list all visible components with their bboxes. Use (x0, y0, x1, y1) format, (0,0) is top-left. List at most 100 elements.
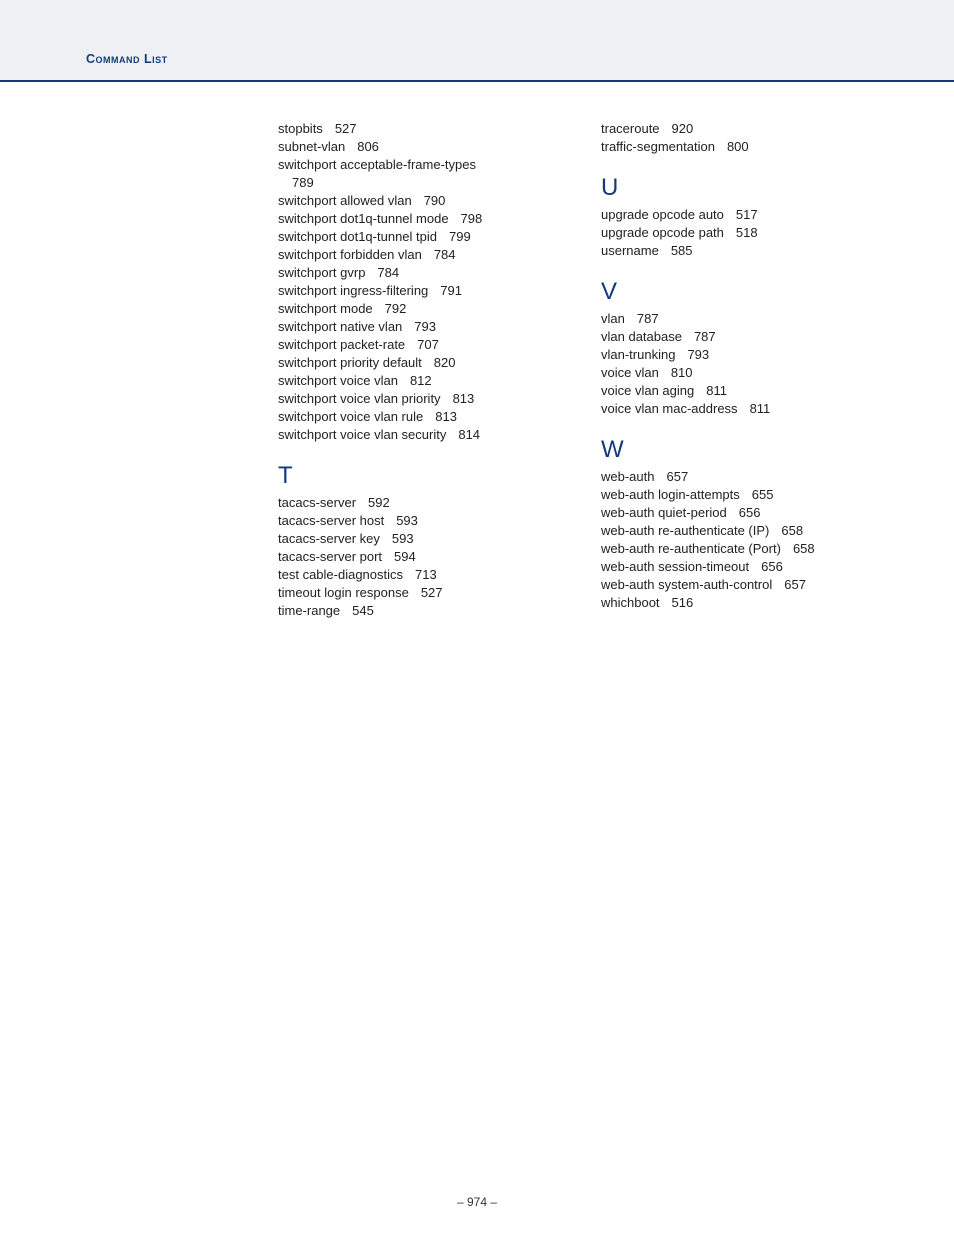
index-entry: test cable-diagnostics713 (278, 566, 561, 584)
command-name: whichboot (601, 595, 660, 610)
command-name: tacacs-server (278, 495, 356, 510)
index-entry: upgrade opcode auto517 (601, 206, 884, 224)
page-ref: 820 (434, 355, 456, 370)
page-ref: 920 (672, 121, 694, 136)
page-ref: 814 (458, 427, 480, 442)
page-ref: 593 (392, 531, 414, 546)
page-ref: 812 (410, 373, 432, 388)
index-entry: switchport native vlan793 (278, 318, 561, 336)
index-entry: switchport voice vlan 812 (278, 372, 561, 390)
command-name: upgrade opcode auto (601, 207, 724, 222)
page-ref: 657 (784, 577, 806, 592)
section-letter: V (601, 278, 884, 306)
index-entry: tacacs-server port594 (278, 548, 561, 566)
command-name: test cable-diagnostics (278, 567, 403, 582)
command-name: vlan-trunking (601, 347, 675, 362)
page-ref: 545 (352, 603, 374, 618)
index-entry: upgrade opcode path518 (601, 224, 884, 242)
index-entry: voice vlan810 (601, 364, 884, 382)
command-name: web-auth login-attempts (601, 487, 740, 502)
command-name: web-auth re-authenticate (IP) (601, 523, 769, 538)
index-entry: web-auth login-attempts 655 (601, 486, 884, 504)
index-entry: voice vlan mac-address811 (601, 400, 884, 418)
command-name: switchport native vlan (278, 319, 402, 334)
index-entry: subnet-vlan806 (278, 138, 561, 156)
command-name: vlan database (601, 329, 682, 344)
index-entry: vlan 787 (601, 310, 884, 328)
command-name: switchport forbidden vlan (278, 247, 422, 262)
index-content: stopbits 527 subnet-vlan806switchport acce… (278, 120, 884, 620)
page-ref: 787 (637, 311, 659, 326)
page-ref: 784 (377, 265, 399, 280)
command-name: tacacs-server host (278, 513, 384, 528)
page-ref: 656 (739, 505, 761, 520)
page-ref: 811 (706, 383, 727, 398)
command-name: web-auth session-timeout (601, 559, 749, 574)
index-entry: web-auth system-auth-control 657 (601, 576, 884, 594)
command-name: time-range (278, 603, 340, 618)
index-entry-page: 789 (278, 174, 561, 192)
command-name: switchport dot1q-tunnel tpid (278, 229, 437, 244)
command-name: voice vlan mac-address (601, 401, 738, 416)
command-name: web-auth system-auth-control (601, 577, 772, 592)
index-entry: switchport voice vlan security 814 (278, 426, 561, 444)
page-ref: 585 (671, 243, 693, 258)
index-entry: switchport dot1q-tunnel tpid799 (278, 228, 561, 246)
index-entry: web-auth re-authenticate (Port) 658 (601, 540, 884, 558)
index-entry: web-auth session-timeout656 (601, 558, 884, 576)
command-name: stopbits (278, 121, 323, 136)
section-letter: U (601, 174, 884, 202)
index-entry: switchport mode 792 (278, 300, 561, 318)
command-name: switchport mode (278, 301, 373, 316)
command-name: switchport voice vlan (278, 373, 398, 388)
command-name: timeout login response (278, 585, 409, 600)
page-ref: 792 (385, 301, 407, 316)
index-entry: voice vlan aging 811 (601, 382, 884, 400)
command-name: switchport gvrp (278, 265, 365, 280)
index-entry: switchport allowed vlan 790 (278, 192, 561, 210)
page-ref: 800 (727, 139, 749, 154)
command-name: switchport acceptable-frame-types (278, 157, 476, 172)
index-entry: whichboot516 (601, 594, 884, 612)
command-name: username (601, 243, 659, 258)
page-ref: 784 (434, 247, 456, 262)
page-ref: 810 (671, 365, 693, 380)
command-name: voice vlan aging (601, 383, 694, 398)
index-entry: traceroute920 (601, 120, 884, 138)
page-ref: 527 (421, 585, 443, 600)
command-name: traffic-segmentation (601, 139, 715, 154)
command-name: switchport packet-rate (278, 337, 405, 352)
page-ref: 658 (793, 541, 815, 556)
command-name: tacacs-server key (278, 531, 380, 546)
index-entry: username 585 (601, 242, 884, 260)
index-entry: traffic-segmentation 800 (601, 138, 884, 156)
command-name: switchport voice vlan security (278, 427, 446, 442)
command-name: web-auth quiet-period (601, 505, 727, 520)
index-entry: switchport voice vlan rule813 (278, 408, 561, 426)
command-name: upgrade opcode path (601, 225, 724, 240)
command-name: switchport voice vlan priority (278, 391, 441, 406)
command-name: switchport allowed vlan (278, 193, 412, 208)
command-name: switchport priority default (278, 355, 422, 370)
index-entry: tacacs-server key 593 (278, 530, 561, 548)
page-ref: 813 (453, 391, 475, 406)
page-ref: 793 (687, 347, 709, 362)
index-entry: timeout login response 527 (278, 584, 561, 602)
index-entry: web-auth quiet-period 656 (601, 504, 884, 522)
command-name: web-auth re-authenticate (Port) (601, 541, 781, 556)
command-name: vlan (601, 311, 625, 326)
header-title: Command List (86, 52, 168, 66)
page-header: Command List (0, 0, 954, 82)
page-ref: 655 (752, 487, 774, 502)
command-name: switchport ingress-filtering (278, 283, 428, 298)
index-entry: vlan-trunking 793 (601, 346, 884, 364)
page-ref: 791 (440, 283, 462, 298)
index-entry: switchport packet-rate707 (278, 336, 561, 354)
page-ref: 593 (396, 513, 418, 528)
page-number: – 974 – (457, 1195, 497, 1209)
index-entry: switchport priority default 820 (278, 354, 561, 372)
index-entry: tacacs-server host 593 (278, 512, 561, 530)
index-entry: switchport dot1q-tunnel mode798 (278, 210, 561, 228)
page-ref: 790 (424, 193, 446, 208)
page-ref: 806 (357, 139, 379, 154)
